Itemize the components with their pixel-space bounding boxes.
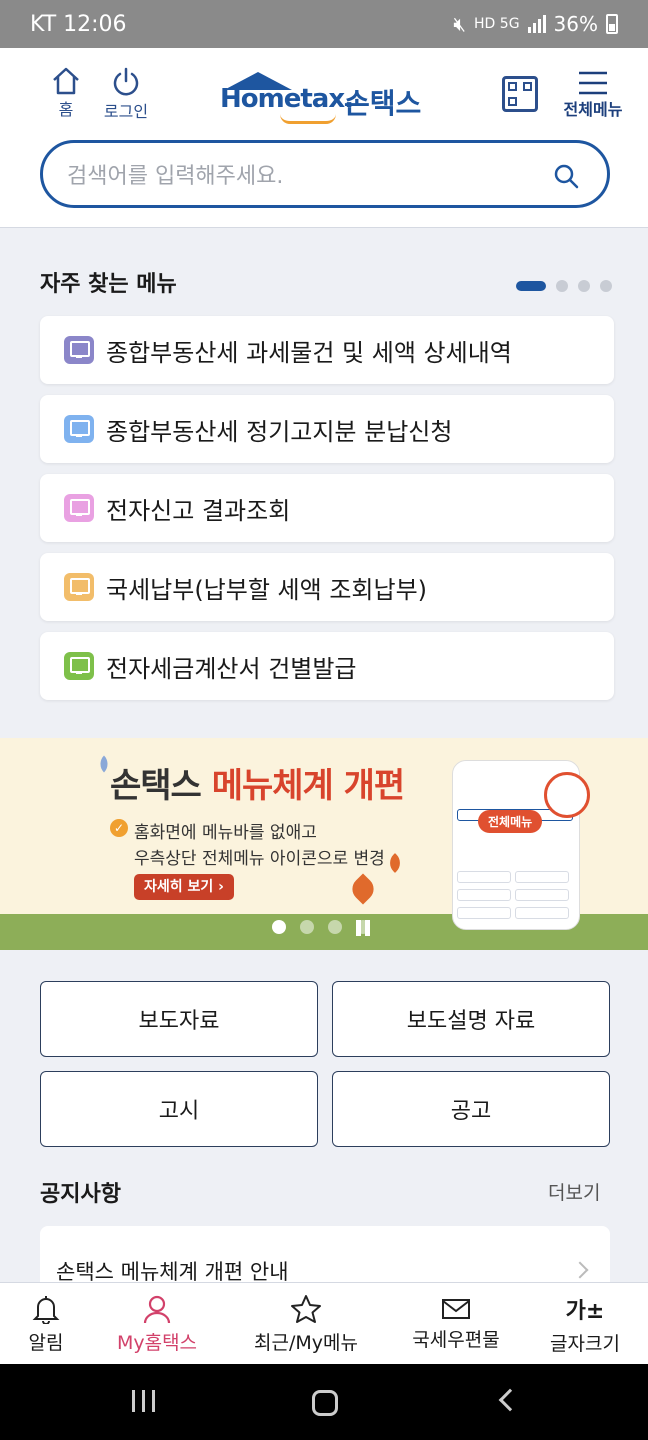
- nav-my-hometax[interactable]: My홈택스: [104, 1283, 210, 1365]
- status-time: KT 12:06: [30, 11, 127, 37]
- full-menu-button[interactable]: 전체메뉴: [558, 70, 628, 120]
- notice-more-link[interactable]: 더보기: [548, 1178, 600, 1205]
- logo-text-en: Hometax.: [220, 84, 354, 114]
- bottom-navigation: 알림 My홈택스 최근/My메뉴 국세우편물 가± 글자크기: [0, 1282, 648, 1364]
- status-indicators: 🔇︎ HD 5G 36%: [453, 12, 618, 36]
- hometax-logo[interactable]: Hometax. 손택스: [220, 72, 434, 128]
- chevron-right-icon: [571, 1261, 589, 1279]
- monitor-search-icon: [64, 573, 94, 601]
- user-icon: [143, 1295, 171, 1323]
- frequent-menu-item[interactable]: 국세납부(납부할 세액 조회납부): [40, 553, 614, 621]
- banner-indicator[interactable]: [272, 920, 370, 936]
- menu-highlight-circle: [544, 772, 590, 818]
- frequent-menu-item[interactable]: 전자신고 결과조회: [40, 474, 614, 542]
- nav-font-size[interactable]: 가± 글자크기: [540, 1283, 630, 1365]
- press-release-button[interactable]: 보도자료: [40, 981, 318, 1057]
- pause-icon[interactable]: [356, 920, 370, 936]
- login-button[interactable]: 로그인: [98, 66, 154, 122]
- network-indicator: HD 5G: [474, 16, 520, 32]
- frequent-menu-label: 전자세금계산서 건별발급: [106, 654, 357, 683]
- nav-alarm[interactable]: 알림: [14, 1283, 78, 1365]
- notice-section-title: 공지사항: [40, 1182, 121, 1207]
- frequent-menu-label: 국세납부(납부할 세액 조회납부): [106, 575, 428, 604]
- nav-font-size-label: 글자크기: [550, 1332, 620, 1355]
- home-icon: [53, 67, 79, 95]
- nav-tax-mail[interactable]: 국세우편물: [400, 1283, 512, 1365]
- battery-percent: 36%: [553, 12, 598, 36]
- search-input[interactable]: 검색어를 입력해주세요.: [40, 140, 610, 208]
- system-navigation-bar: [0, 1364, 648, 1440]
- system-home-icon[interactable]: [312, 1390, 338, 1416]
- banner-title-highlight: 메뉴체계 개편: [211, 766, 406, 806]
- logo-text-ko: 손택스: [344, 87, 422, 120]
- hamburger-icon: [579, 71, 607, 95]
- signal-icon: [527, 15, 546, 33]
- login-label: 로그인: [103, 102, 149, 121]
- battery-icon: [606, 14, 618, 34]
- nav-recent-menu[interactable]: 최근/My메뉴: [244, 1283, 368, 1365]
- frequent-menu-label: 전자신고 결과조회: [106, 496, 291, 525]
- recent-apps-icon[interactable]: [132, 1390, 155, 1412]
- frequent-menu-pager[interactable]: [516, 280, 612, 292]
- nav-tax-mail-label: 국세우편물: [412, 1328, 500, 1351]
- mute-icon: 🔇︎: [453, 12, 467, 36]
- frequent-menu-title: 자주 찾는 메뉴: [40, 272, 177, 297]
- frequent-menu-item[interactable]: 전자세금계산서 건별발급: [40, 632, 614, 700]
- app-header: 홈 로그인 Hometax. 손택스 전체메뉴 검색어를 입력해주세요.: [0, 48, 648, 228]
- qr-code-icon[interactable]: [502, 76, 538, 112]
- back-icon[interactable]: [498, 1388, 522, 1412]
- maple-leaf-icon: [385, 853, 405, 873]
- phone-menu-tag: 전체메뉴: [478, 810, 543, 833]
- font-size-icon: 가±: [565, 1298, 605, 1324]
- banner-dot[interactable]: [300, 920, 314, 934]
- banner-line-2: 우측상단 전체메뉴 아이콘으로 변경: [134, 849, 385, 869]
- power-icon: [113, 67, 139, 96]
- home-button[interactable]: 홈: [46, 66, 86, 120]
- banner-line-1: 홈화면에 메뉴바를 없애고: [134, 823, 317, 843]
- mail-icon: [442, 1298, 470, 1319]
- banner-more-button[interactable]: 자세히 보기 ›: [134, 874, 234, 900]
- monitor-search-icon: [64, 494, 94, 522]
- star-icon: [291, 1294, 321, 1323]
- home-label: 홈: [58, 100, 74, 119]
- nav-alarm-label: 알림: [28, 1331, 64, 1354]
- banner-dot[interactable]: [328, 920, 342, 934]
- banner-dot-active[interactable]: [272, 920, 286, 934]
- search-icon[interactable]: [553, 163, 579, 189]
- promo-banner[interactable]: 손택스 메뉴체계 개편 ✓ 홈화면에 메뉴바를 없애고 우측상단 전체메뉴 아이…: [0, 738, 648, 950]
- banner-title: 손택스 메뉴체계 개편: [110, 758, 406, 807]
- nav-my-hometax-label: My홈택스: [116, 1331, 198, 1354]
- nav-recent-menu-label: 최근/My메뉴: [254, 1331, 358, 1354]
- pager-dot[interactable]: [578, 280, 590, 292]
- frequent-menu-label: 종합부동산세 과세물건 및 세액 상세내역: [106, 338, 512, 367]
- banner-title-plain: 손택스: [110, 766, 212, 806]
- search-placeholder: 검색어를 입력해주세요.: [67, 164, 284, 189]
- status-bar: KT 12:06 🔇︎ HD 5G 36%: [0, 0, 648, 48]
- check-icon: ✓: [110, 819, 128, 837]
- bell-icon: [32, 1295, 60, 1324]
- full-menu-label: 전체메뉴: [563, 100, 623, 119]
- maple-leaf-icon: [347, 873, 379, 905]
- logo-smile-shape: [280, 114, 336, 124]
- frequent-menu-label: 종합부동산세 정기고지분 분납신청: [106, 417, 453, 446]
- frequent-menu-item[interactable]: 종합부동산세 과세물건 및 세액 상세내역: [40, 316, 614, 384]
- pager-dot-active[interactable]: [516, 281, 546, 291]
- press-explanation-button[interactable]: 보도설명 자료: [332, 981, 610, 1057]
- notice-item-title: 손택스 메뉴체계 개편 안내: [56, 1260, 289, 1284]
- frequent-menu-item[interactable]: 종합부동산세 정기고지분 분납신청: [40, 395, 614, 463]
- pager-dot[interactable]: [600, 280, 612, 292]
- monitor-icon: [64, 652, 94, 680]
- monitor-search-icon: [64, 415, 94, 443]
- pager-dot[interactable]: [556, 280, 568, 292]
- notice-gosi-button[interactable]: 고시: [40, 1071, 318, 1147]
- monitor-icon: [64, 336, 94, 364]
- notice-gonggo-button[interactable]: 공고: [332, 1071, 610, 1147]
